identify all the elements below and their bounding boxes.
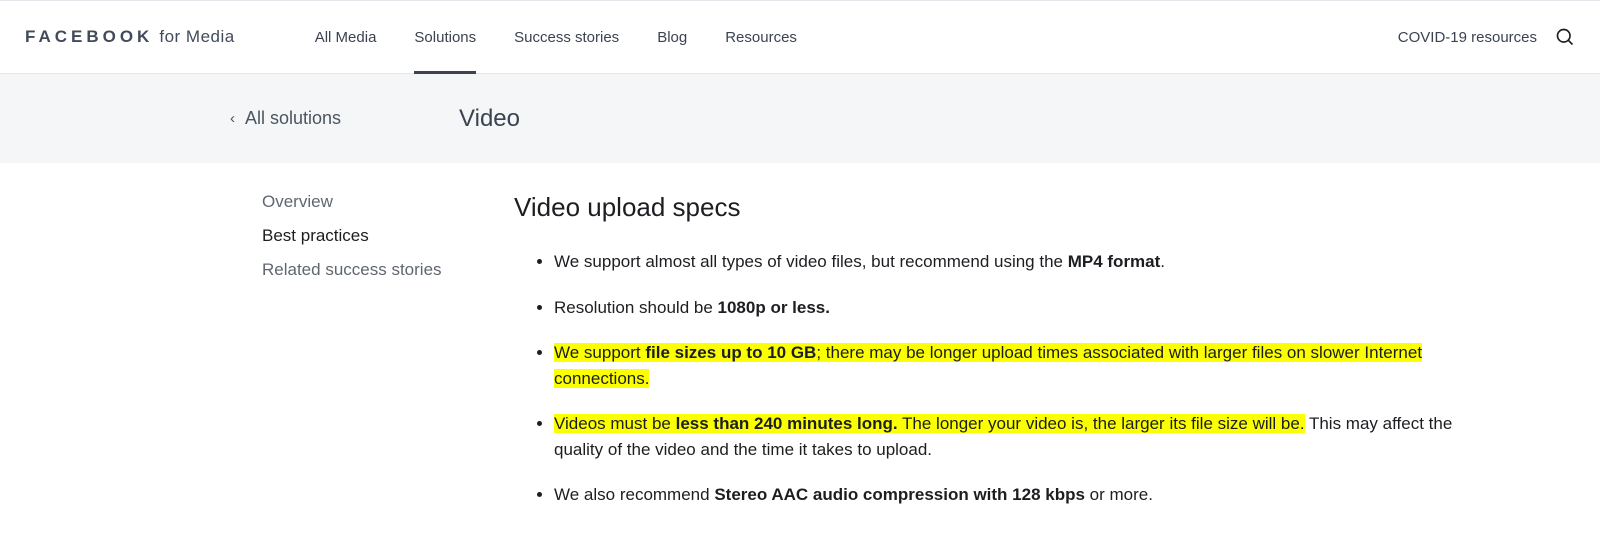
- section-sidebar: Overview Best practices Related success st…: [0, 192, 470, 528]
- content-row: Overview Best practices Related success st…: [0, 164, 1600, 528]
- nav-item-all-media[interactable]: All Media: [315, 1, 377, 73]
- nav-item-resources[interactable]: Resources: [725, 1, 797, 73]
- back-to-solutions-link[interactable]: ‹ All solutions: [230, 108, 341, 129]
- sidebar-item-related-success-stories[interactable]: Related success stories: [262, 260, 470, 280]
- highlighted-text: Videos must be: [554, 414, 676, 433]
- spec-bullet: We support almost all types of video fil…: [554, 249, 1500, 275]
- spec-bullet: We also recommend Stereo AAC audio compr…: [554, 482, 1500, 508]
- highlighted-text: less than 240 minutes long.: [676, 414, 898, 433]
- bold-text: Stereo AAC audio compression with 128 kb…: [714, 485, 1085, 504]
- spec-bullet: Resolution should be 1080p or less.: [554, 295, 1500, 321]
- covid-resources-link[interactable]: COVID-19 resources: [1398, 29, 1537, 46]
- highlighted-text: file sizes up to 10 GB: [645, 343, 816, 362]
- chevron-left-icon: ‹: [230, 110, 235, 127]
- sidebar-item-overview[interactable]: Overview: [262, 192, 470, 212]
- primary-nav: All Media Solutions Success stories Blog Res…: [315, 1, 797, 73]
- main-content: Video upload specs We support almost all…: [470, 192, 1600, 528]
- highlighted-text: The longer your video is, the larger its…: [898, 414, 1305, 433]
- search-icon[interactable]: [1555, 27, 1575, 47]
- logo-brand: FACEBOOK: [25, 27, 153, 47]
- specs-list: We support almost all types of video fil…: [514, 249, 1500, 508]
- spec-bullet: We support file sizes up to 10 GB; there…: [554, 340, 1500, 391]
- sub-header: ‹ All solutions Video: [0, 74, 1600, 164]
- bold-text: 1080p or less.: [718, 298, 830, 317]
- nav-item-blog[interactable]: Blog: [657, 1, 687, 73]
- nav-item-solutions[interactable]: Solutions: [414, 1, 476, 73]
- back-link-label: All solutions: [245, 108, 341, 129]
- spec-bullet: Videos must be less than 240 minutes lon…: [554, 411, 1500, 462]
- logo-subtitle: for Media: [159, 27, 234, 47]
- nav-item-success-stories[interactable]: Success stories: [514, 1, 619, 73]
- top-navbar: FACEBOOK for Media All Media Solutions Suc…: [0, 0, 1600, 74]
- right-nav: COVID-19 resources: [1398, 27, 1575, 47]
- highlighted-text: We support: [554, 343, 645, 362]
- section-heading: Video upload specs: [514, 192, 1500, 223]
- sidebar-item-best-practices[interactable]: Best practices: [262, 226, 470, 246]
- page-title: Video: [459, 105, 520, 133]
- bold-text: MP4 format: [1068, 252, 1161, 271]
- site-logo[interactable]: FACEBOOK for Media: [25, 27, 235, 47]
